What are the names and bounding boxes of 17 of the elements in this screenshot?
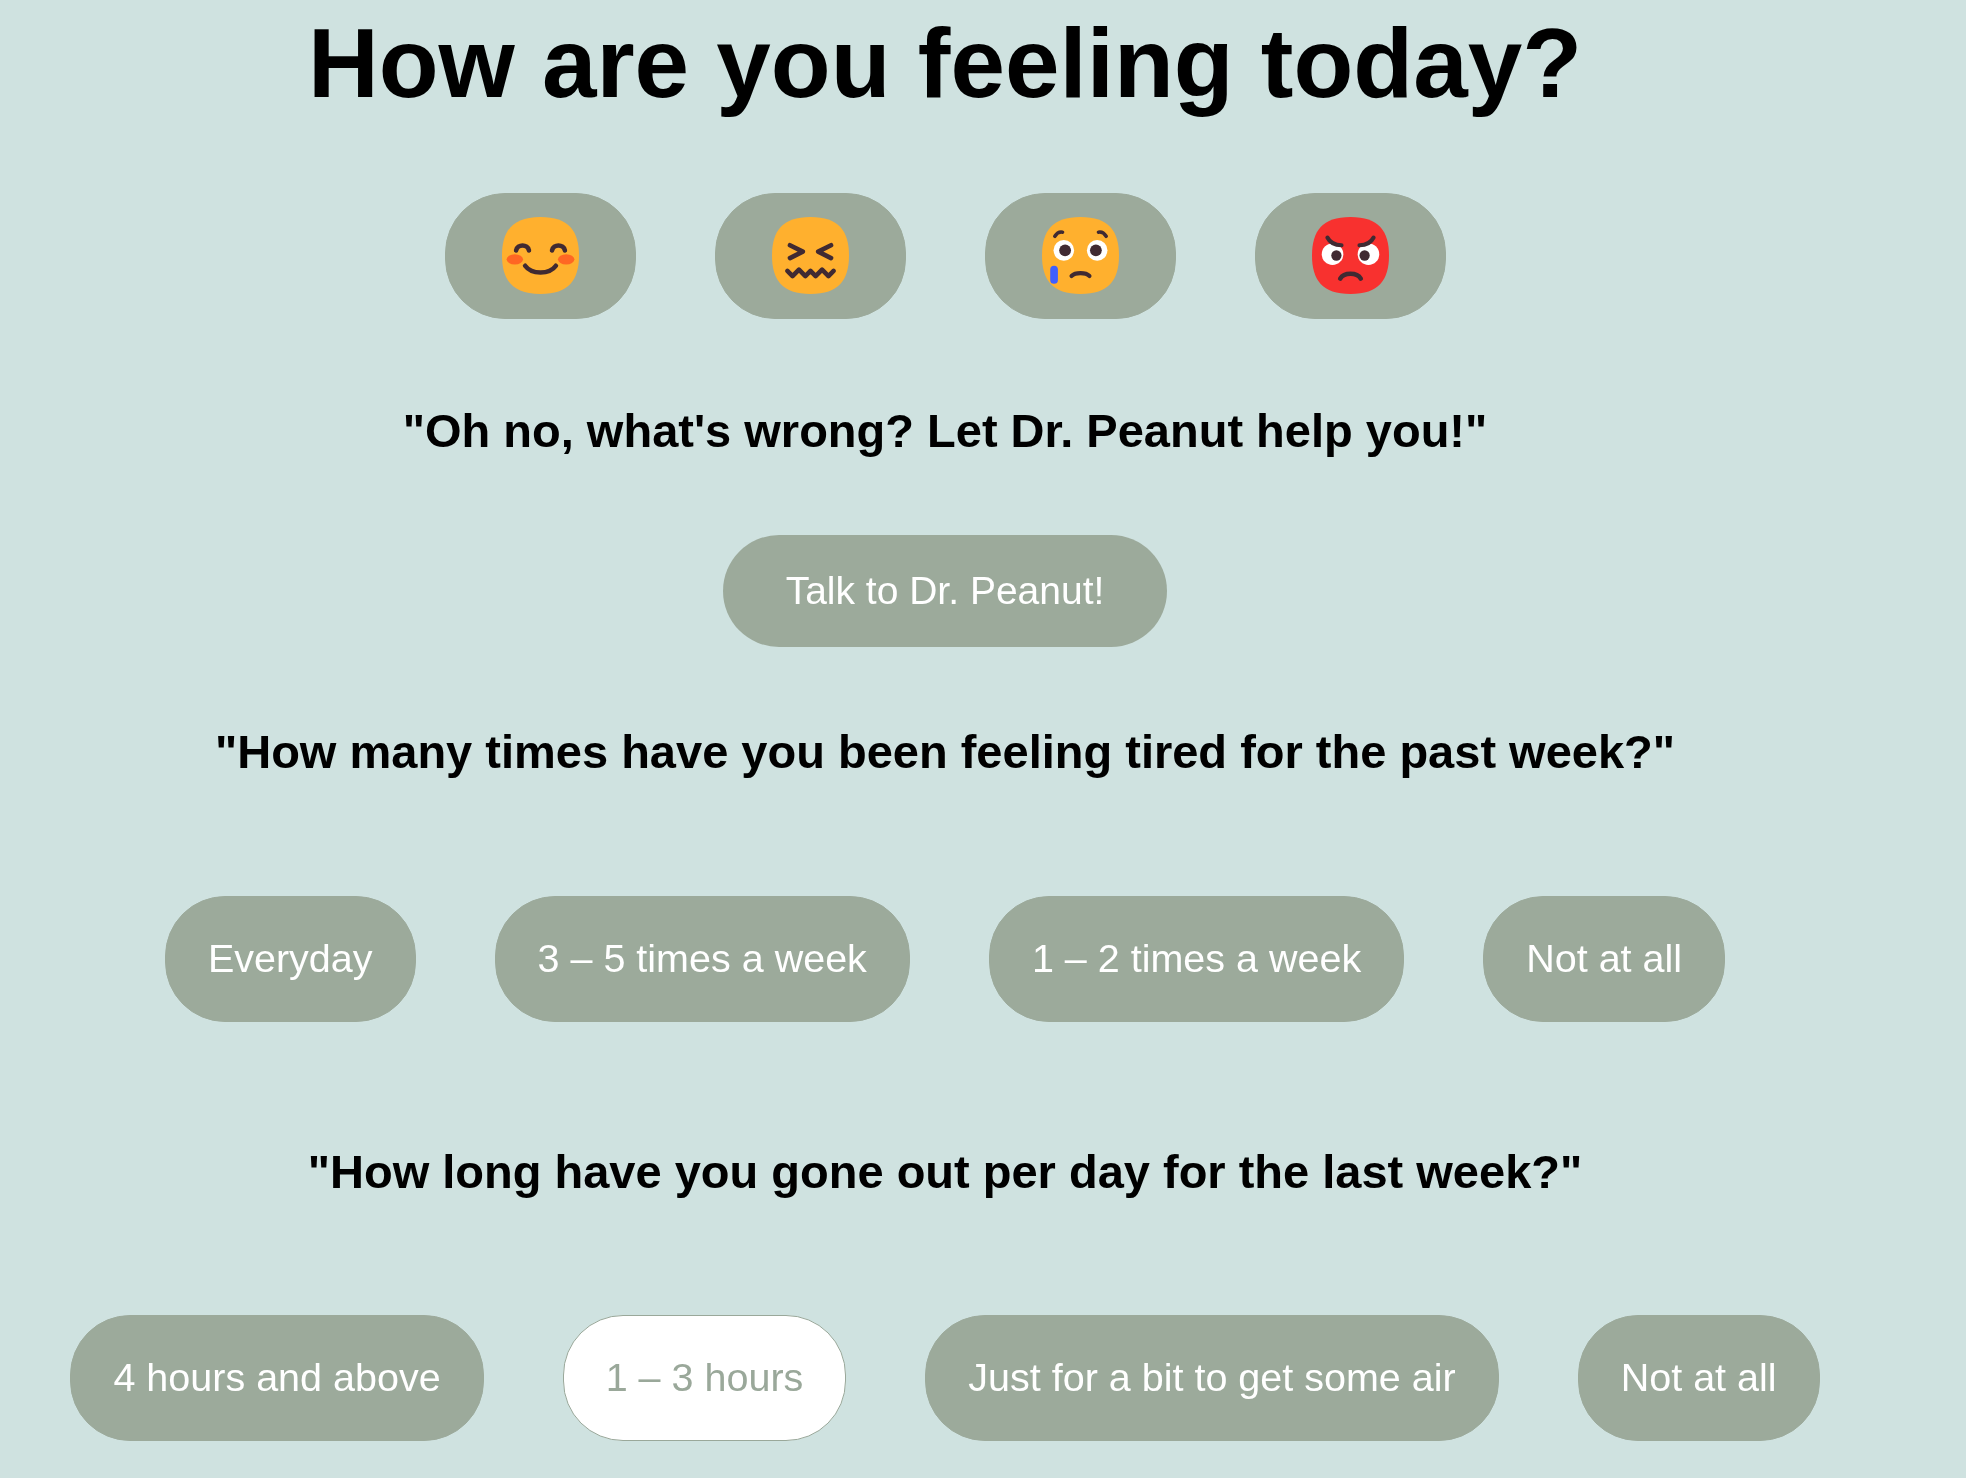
answer-option[interactable]: Just for a bit to get some air <box>925 1314 1499 1441</box>
answer-option[interactable]: 4 hours and above <box>70 1314 484 1441</box>
answer-option[interactable]: 1 – 3 hours <box>562 1314 847 1441</box>
helper-message: "Oh no, what's wrong? Let Dr. Peanut help you!" <box>402 403 1488 458</box>
answer-option[interactable]: Not at all <box>1483 895 1726 1022</box>
page-title: How are you feeling today? <box>307 7 1583 120</box>
confounded-face-icon <box>771 217 849 295</box>
smiling-face-icon <box>501 217 579 295</box>
talk-button[interactable]: Talk to Dr. Peanut! <box>722 534 1168 647</box>
crying-face-icon <box>1041 217 1119 295</box>
question-text: "How many times have you been feeling tired for the past week?" <box>214 724 1676 779</box>
answer-option[interactable]: Not at all <box>1577 1314 1820 1441</box>
answer-option[interactable]: 1 – 2 times a week <box>988 895 1405 1022</box>
angry-face-icon <box>1311 217 1389 295</box>
answer-option[interactable]: Everyday <box>164 895 416 1022</box>
question-text: "How long have you gone out per day for the last week?" <box>307 1144 1583 1199</box>
answer-option[interactable]: 3 – 5 times a week <box>494 895 910 1022</box>
